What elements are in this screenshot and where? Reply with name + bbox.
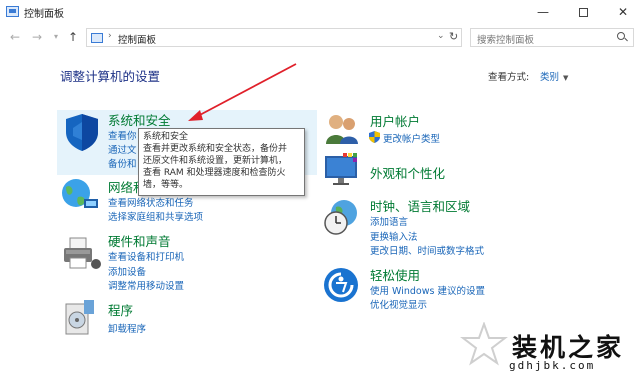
access-link-1[interactable]: 使用 Windows 建议的设置: [370, 283, 485, 297]
clock-globe-icon: [324, 200, 357, 235]
tooltip-line: 查看并更改系统和安全状态，备份并: [143, 144, 288, 154]
title-bar: 控制面板 — ✕: [0, 0, 640, 24]
tooltip-line: 墙，等等。: [143, 180, 189, 190]
access-link-2[interactable]: 优化视觉显示: [370, 297, 427, 311]
up-button[interactable]: ↑: [66, 29, 80, 45]
breadcrumb-separator-icon: ›: [108, 31, 112, 41]
refresh-button[interactable]: ↻: [449, 30, 458, 43]
search-placeholder: 搜索控制面板: [477, 35, 535, 46]
network-link-1[interactable]: 查看网络状态和任务: [108, 195, 194, 209]
security-link-1[interactable]: 查看你: [108, 128, 137, 142]
breadcrumb[interactable]: 控制面板: [118, 32, 156, 46]
tooltip-line: 查看 RAM 和处理器速度和检查防火: [143, 168, 286, 178]
category-system-security[interactable]: 系统和安全: [108, 110, 171, 129]
tooltip-title: 系统和安全: [143, 132, 189, 142]
tooltip-line: 还原文件和系统设置，更新计算机，: [143, 156, 288, 166]
chevron-down-icon: ▼: [563, 74, 569, 82]
programs-icon: [65, 300, 94, 335]
address-bar[interactable]: › 控制面板 ⌄ ↻: [86, 28, 462, 47]
category-hardware-sound[interactable]: 硬件和声音: [108, 231, 171, 250]
hardware-link-1[interactable]: 查看设备和打印机: [108, 249, 184, 263]
watermark-star-icon: [460, 322, 508, 366]
address-dropdown-icon[interactable]: ⌄: [437, 31, 445, 41]
clock-link-2[interactable]: 更换输入法: [370, 229, 418, 243]
view-by-value: 类别: [540, 72, 560, 83]
maximize-icon: [578, 7, 588, 17]
shield-icon: [66, 114, 98, 151]
printer-icon: [64, 237, 101, 269]
users-icon: [326, 115, 358, 144]
watermark-url: gdhjbk.com: [509, 359, 596, 372]
security-link-2[interactable]: 通过文: [108, 142, 137, 156]
category-user-accounts[interactable]: 用户帐户: [370, 111, 420, 130]
network-link-2[interactable]: 选择家庭组和共享选项: [108, 209, 203, 223]
search-input[interactable]: 搜索控制面板: [470, 28, 634, 47]
ease-of-access-icon: [324, 268, 358, 302]
forward-button[interactable]: →: [30, 29, 44, 45]
view-by-label: 查看方式:: [488, 72, 530, 83]
tooltip: 系统和安全 查看并更改系统和安全状态，备份并 还原文件和系统设置，更新计算机， …: [138, 128, 305, 196]
clock-link-3[interactable]: 更改日期、时间或数字格式: [370, 243, 484, 257]
category-ease-of-access[interactable]: 轻松使用: [370, 265, 420, 284]
category-programs[interactable]: 程序: [108, 300, 133, 319]
network-icon: [62, 179, 98, 208]
clock-link-1[interactable]: 添加语言: [370, 214, 408, 228]
recent-locations-button[interactable]: ▾: [49, 29, 63, 45]
hardware-link-3[interactable]: 调整常用移动设置: [108, 278, 184, 292]
close-button[interactable]: ✕: [600, 0, 640, 24]
navigation-bar: ← → ▾ ↑ › 控制面板 ⌄ ↻ 搜索控制面板: [0, 26, 640, 48]
control-panel-icon: [91, 33, 103, 43]
page-title: 调整计算机的设置: [60, 69, 161, 84]
category-appearance[interactable]: 外观和个性化: [370, 163, 445, 182]
programs-link-1[interactable]: 卸载程序: [108, 321, 146, 335]
category-clock-language[interactable]: 时钟、语言和区域: [370, 196, 470, 215]
window-title: 控制面板: [24, 9, 64, 20]
search-icon[interactable]: [617, 32, 627, 42]
uac-shield-icon: [369, 131, 380, 143]
appearance-icon: [325, 153, 357, 185]
hardware-link-2[interactable]: 添加设备: [108, 264, 146, 278]
users-link-1[interactable]: 更改帐户类型: [383, 131, 440, 145]
security-link-3[interactable]: 备份和: [108, 156, 137, 170]
control-panel-icon: [6, 6, 19, 17]
back-button[interactable]: ←: [8, 29, 22, 45]
view-by-select[interactable]: 类别 ▼: [540, 69, 568, 83]
